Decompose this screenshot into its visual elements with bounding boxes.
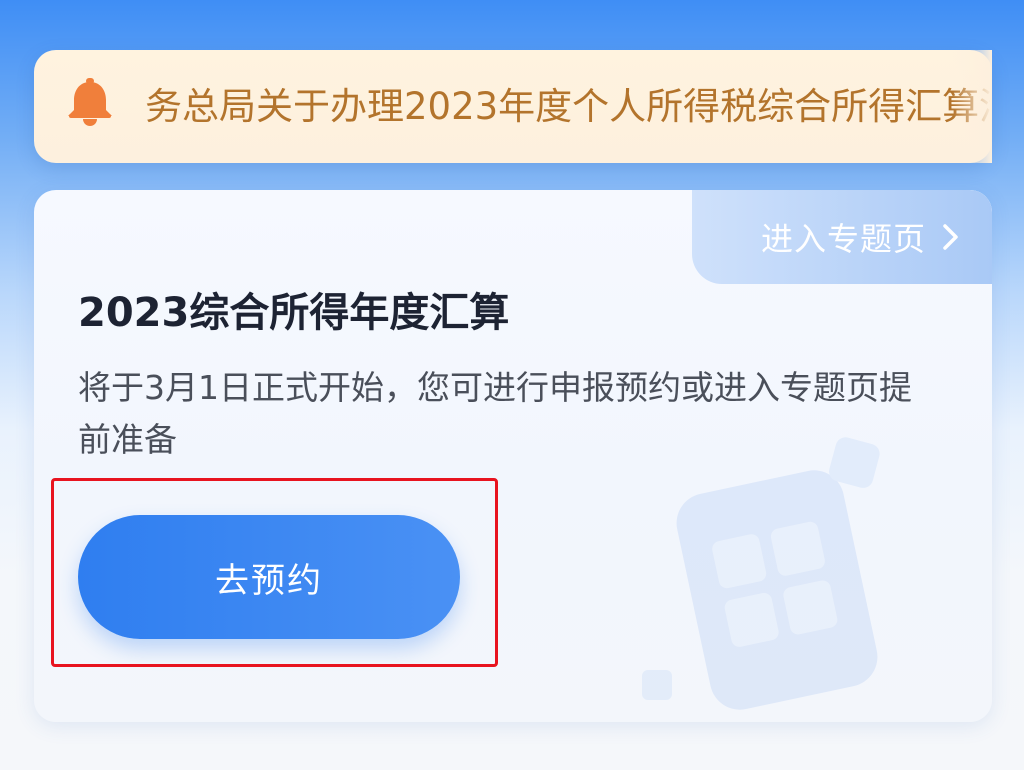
topic-page-link[interactable]: 进入专题页 xyxy=(692,190,992,284)
notice-fade xyxy=(952,50,992,163)
annual-settlement-card: 进入专题页 2023综合所得年度汇算 将于3月1日正式开始，您可进行申报预约或进… xyxy=(34,190,992,722)
chevron-right-icon xyxy=(943,224,958,250)
card-title: 2023综合所得年度汇算 xyxy=(78,290,510,336)
bell-icon xyxy=(68,78,112,126)
topic-page-link-label: 进入专题页 xyxy=(760,220,926,258)
notice-text[interactable]: 务总局关于办理2023年度个人所得税综合所得汇算清缴事项的公告 xyxy=(145,50,990,163)
reserve-button[interactable]: 去预约 xyxy=(78,515,460,639)
card-description: 将于3月1日正式开始，您可进行申报预约或进入专题页提前准备 xyxy=(78,368,912,459)
